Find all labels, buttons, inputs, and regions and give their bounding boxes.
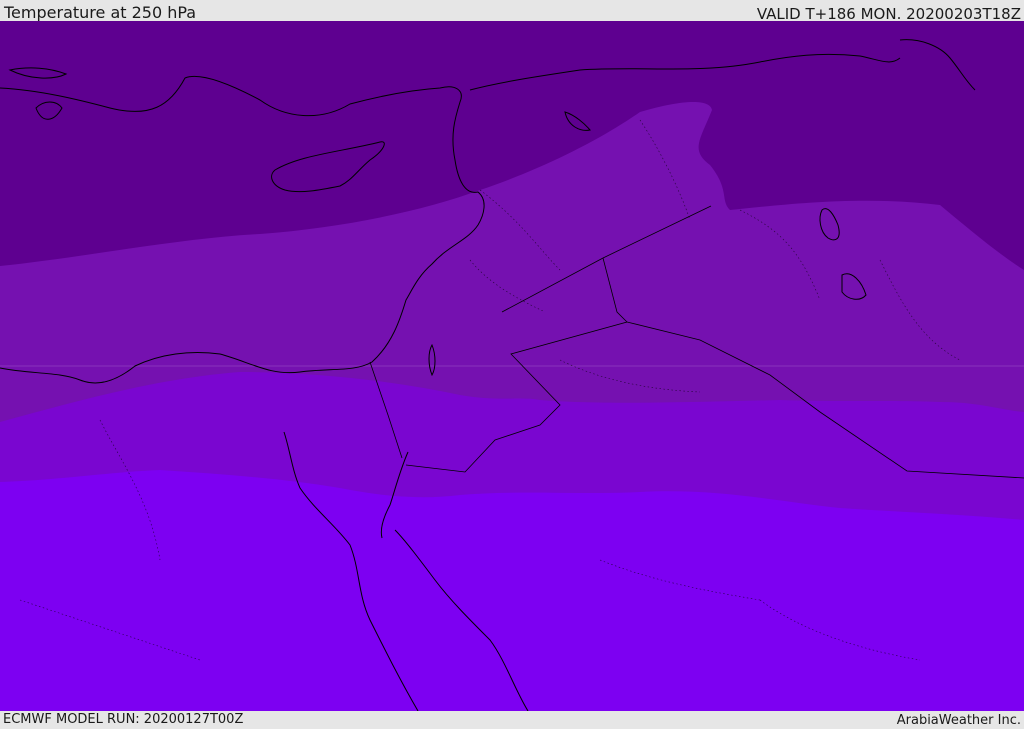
model-run: ECMWF MODEL RUN: 20200127T00Z [3,712,244,727]
header-bar: Temperature at 250 hPa VALID T+186 MON. … [0,0,1024,23]
footer-bar: ECMWF MODEL RUN: 20200127T00Z ArabiaWeat… [0,711,1024,729]
temperature-map [0,21,1024,711]
map-title: Temperature at 250 hPa [4,3,197,22]
credit: ArabiaWeather Inc. [896,713,1021,728]
